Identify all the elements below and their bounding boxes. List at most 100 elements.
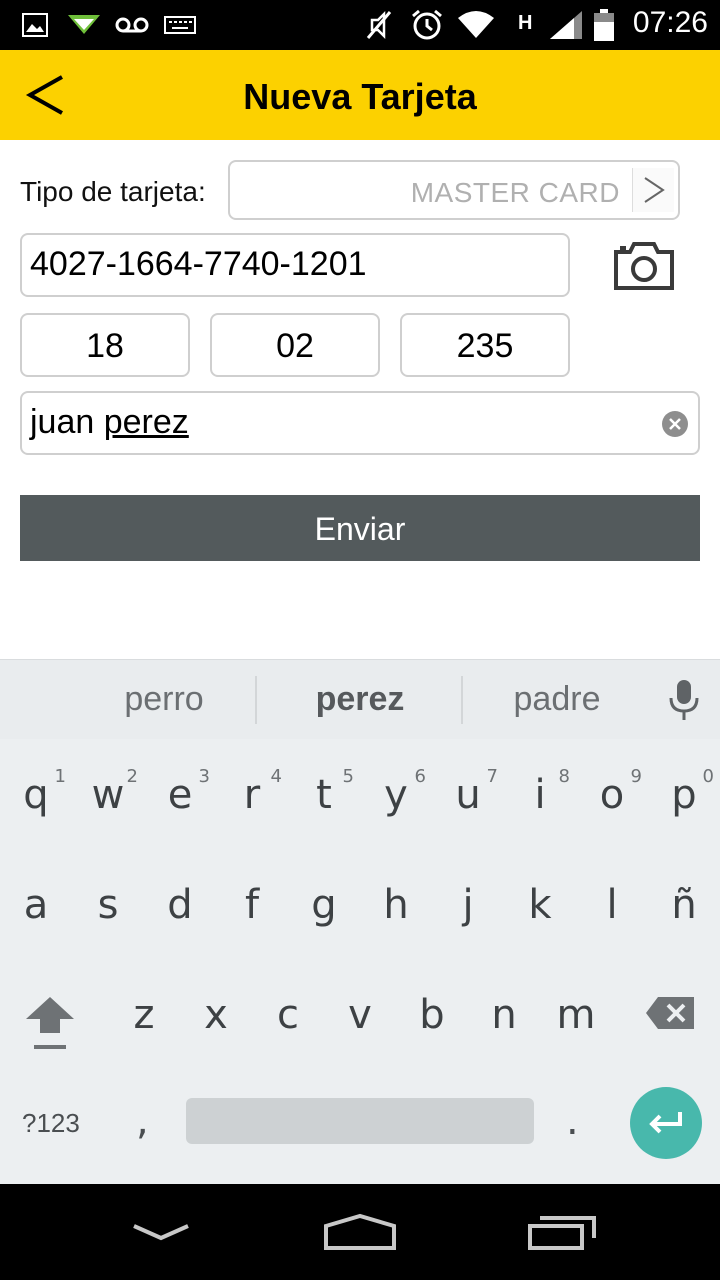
signal-icon: [548, 8, 584, 42]
key-w[interactable]: w2: [72, 766, 144, 818]
card-number-field[interactable]: 4027-1664-7740-1201: [20, 233, 570, 297]
status-time: 07:26: [632, 6, 708, 39]
key-c[interactable]: c: [252, 992, 324, 1038]
network-h-icon: H: [518, 11, 533, 34]
key-e[interactable]: e3: [144, 766, 216, 818]
picture-icon: [22, 8, 48, 42]
key-x[interactable]: x: [180, 992, 252, 1038]
key-label: u: [455, 772, 481, 818]
key-h[interactable]: h: [360, 882, 432, 928]
key-i[interactable]: i8: [504, 766, 576, 818]
key-q[interactable]: q1: [0, 766, 72, 818]
recent-apps-nav-button[interactable]: [526, 1210, 598, 1254]
card-type-select[interactable]: MASTER CARD: [228, 160, 680, 220]
suggestion-divider: [255, 676, 257, 724]
mute-icon: [364, 8, 394, 42]
key-t[interactable]: t5: [288, 766, 360, 818]
key-z[interactable]: z: [108, 992, 180, 1038]
comma-key[interactable]: ,: [136, 1098, 149, 1144]
key-l[interactable]: l: [576, 882, 648, 928]
camera-icon: [614, 242, 674, 290]
home-nav-button[interactable]: [322, 1210, 398, 1254]
key-m[interactable]: m: [540, 992, 612, 1038]
suggestion-strip: perro perez padre: [0, 659, 720, 739]
cvv-field[interactable]: 235: [400, 313, 570, 377]
send-button[interactable]: Enviar: [20, 495, 700, 561]
suggestion-1[interactable]: perro: [64, 680, 264, 719]
back-arrow-icon: [25, 75, 63, 115]
key-label: e: [167, 772, 193, 818]
recent-apps-icon: [528, 1216, 596, 1250]
key-label: p: [671, 772, 697, 818]
key-number-hint: 1: [54, 766, 66, 787]
key-n[interactable]: n: [468, 992, 540, 1038]
key-r[interactable]: r4: [216, 766, 288, 818]
back-nav-button[interactable]: [130, 1210, 192, 1254]
key-b[interactable]: b: [396, 992, 468, 1038]
key-label: i: [534, 772, 546, 818]
key-s[interactable]: s: [72, 882, 144, 928]
key-label: w: [91, 772, 125, 818]
name-last-text: perez: [103, 403, 189, 441]
space-key[interactable]: [186, 1098, 534, 1144]
key-k[interactable]: k: [504, 882, 576, 928]
card-type-value: MASTER CARD: [410, 177, 620, 208]
key-number-hint: 5: [342, 766, 354, 787]
key-o[interactable]: o9: [576, 766, 648, 818]
key-label: y: [384, 772, 408, 818]
wifi-icon: [456, 8, 496, 42]
period-key[interactable]: .: [566, 1098, 579, 1144]
expiry-year-field[interactable]: 02: [210, 313, 380, 377]
home-icon: [324, 1213, 396, 1250]
send-notification-icon: [66, 8, 102, 42]
key-y[interactable]: y6: [360, 766, 432, 818]
voicemail-icon: [114, 8, 150, 42]
back-button[interactable]: [14, 64, 78, 126]
app-bar: Nueva Tarjeta: [0, 50, 720, 140]
key-number-hint: 2: [126, 766, 138, 787]
key-number-hint: 8: [558, 766, 570, 787]
expiry-month-field[interactable]: 18: [20, 313, 190, 377]
key-u[interactable]: u7: [432, 766, 504, 818]
key-label: r: [243, 772, 261, 818]
key-number-hint: 4: [270, 766, 282, 787]
mic-icon[interactable]: [666, 678, 702, 722]
card-type-label: Tipo de tarjeta:: [20, 176, 206, 207]
key-label: t: [316, 772, 332, 818]
key-a[interactable]: a: [0, 882, 72, 928]
key-label: q: [23, 772, 49, 818]
key-ñ[interactable]: ñ: [648, 882, 720, 928]
close-icon: [669, 418, 681, 430]
navigation-bar: [0, 1184, 720, 1280]
keyboard-icon: [164, 8, 196, 42]
key-f[interactable]: f: [216, 882, 288, 928]
alarm-icon: [410, 8, 444, 42]
chevron-down-icon: [133, 1224, 189, 1241]
shift-icon: [26, 997, 74, 1049]
name-first-text: juan: [30, 403, 95, 441]
backspace-icon: [646, 997, 694, 1029]
shift-key[interactable]: [22, 993, 78, 1053]
key-number-hint: 3: [198, 766, 210, 787]
page-title: Nueva Tarjeta: [243, 76, 477, 117]
clear-text-button[interactable]: [662, 411, 688, 437]
key-number-hint: 9: [630, 766, 642, 787]
key-label: o: [599, 772, 625, 818]
status-bar: H 07:26: [0, 0, 720, 50]
key-d[interactable]: d: [144, 882, 216, 928]
key-p[interactable]: p0: [648, 766, 720, 818]
key-j[interactable]: j: [432, 882, 504, 928]
battery-icon: [592, 8, 616, 42]
enter-key[interactable]: [630, 1087, 702, 1159]
symbols-key[interactable]: ?123: [22, 1108, 80, 1139]
key-g[interactable]: g: [288, 882, 360, 928]
suggestion-3[interactable]: padre: [457, 680, 657, 719]
cardholder-name-field[interactable]: juan perez: [20, 391, 700, 455]
backspace-key[interactable]: [644, 995, 696, 1031]
enter-icon: [649, 1112, 682, 1134]
key-number-hint: 0: [702, 766, 714, 787]
suggestion-2[interactable]: perez: [260, 680, 460, 719]
camera-button[interactable]: [612, 240, 676, 292]
key-v[interactable]: v: [324, 992, 396, 1038]
chevron-right-icon[interactable]: [632, 168, 674, 212]
